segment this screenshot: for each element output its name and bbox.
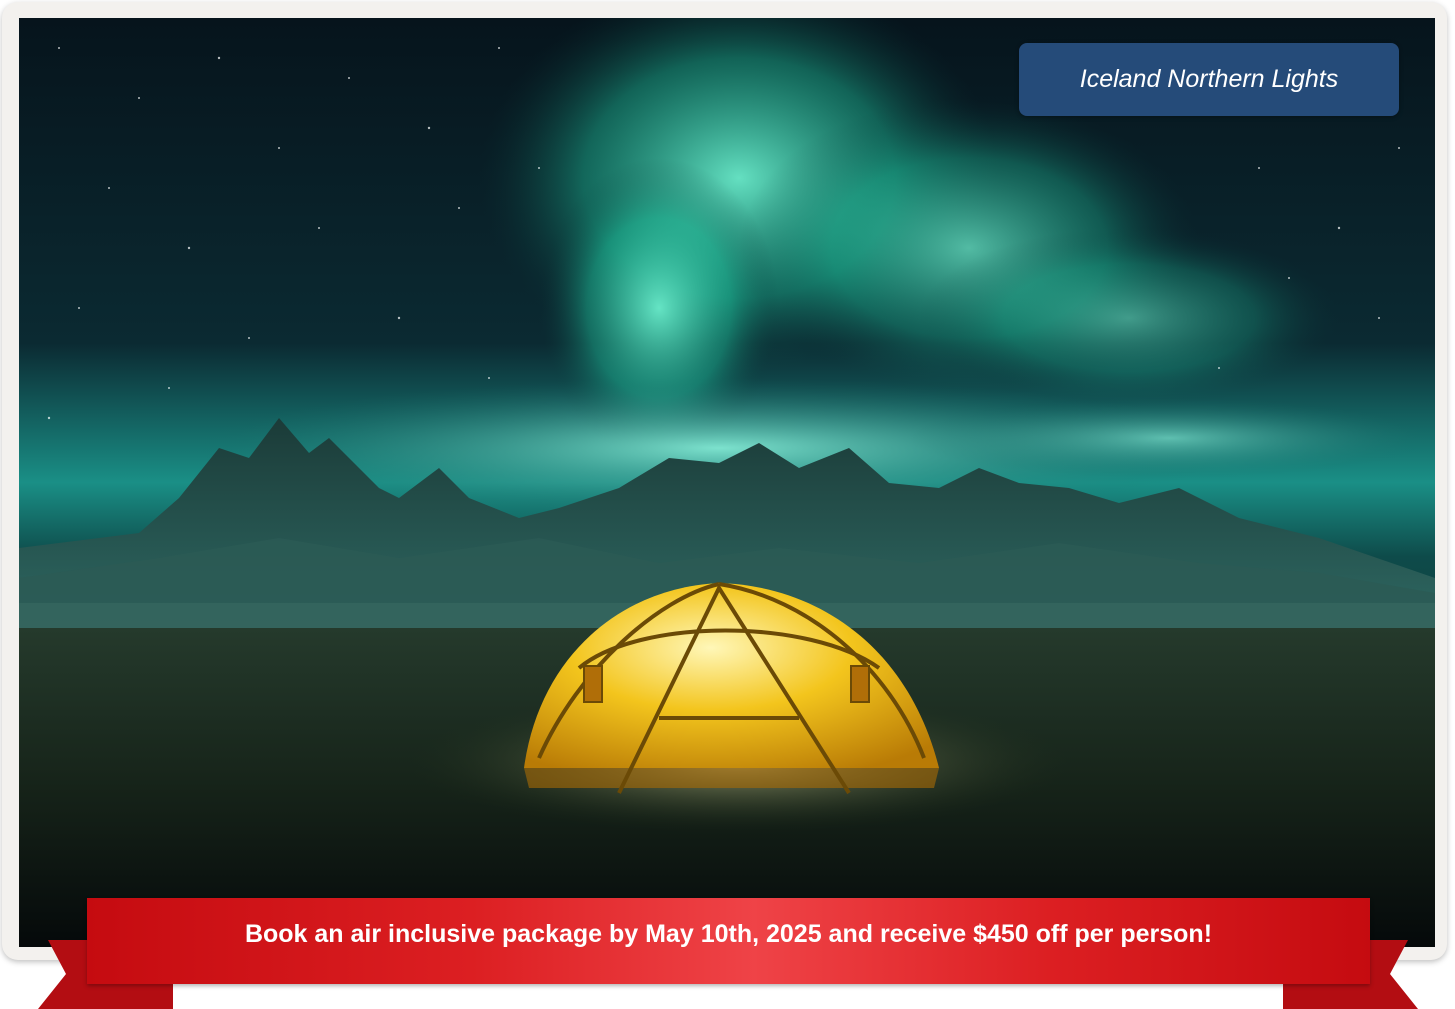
promo-card[interactable]: Iceland Northern Lights xyxy=(2,2,1447,960)
promo-offer-ribbon[interactable]: Book an air inclusive package by May 10t… xyxy=(87,898,1370,984)
promo-photo xyxy=(19,18,1435,947)
promo-offer-text: Book an air inclusive package by May 10t… xyxy=(244,919,1213,948)
destination-title: Iceland Northern Lights xyxy=(1079,65,1339,93)
destination-tag: Iceland Northern Lights xyxy=(1019,43,1399,116)
promo-card-stage: Iceland Northern Lights Book an air incl… xyxy=(0,0,1455,1009)
